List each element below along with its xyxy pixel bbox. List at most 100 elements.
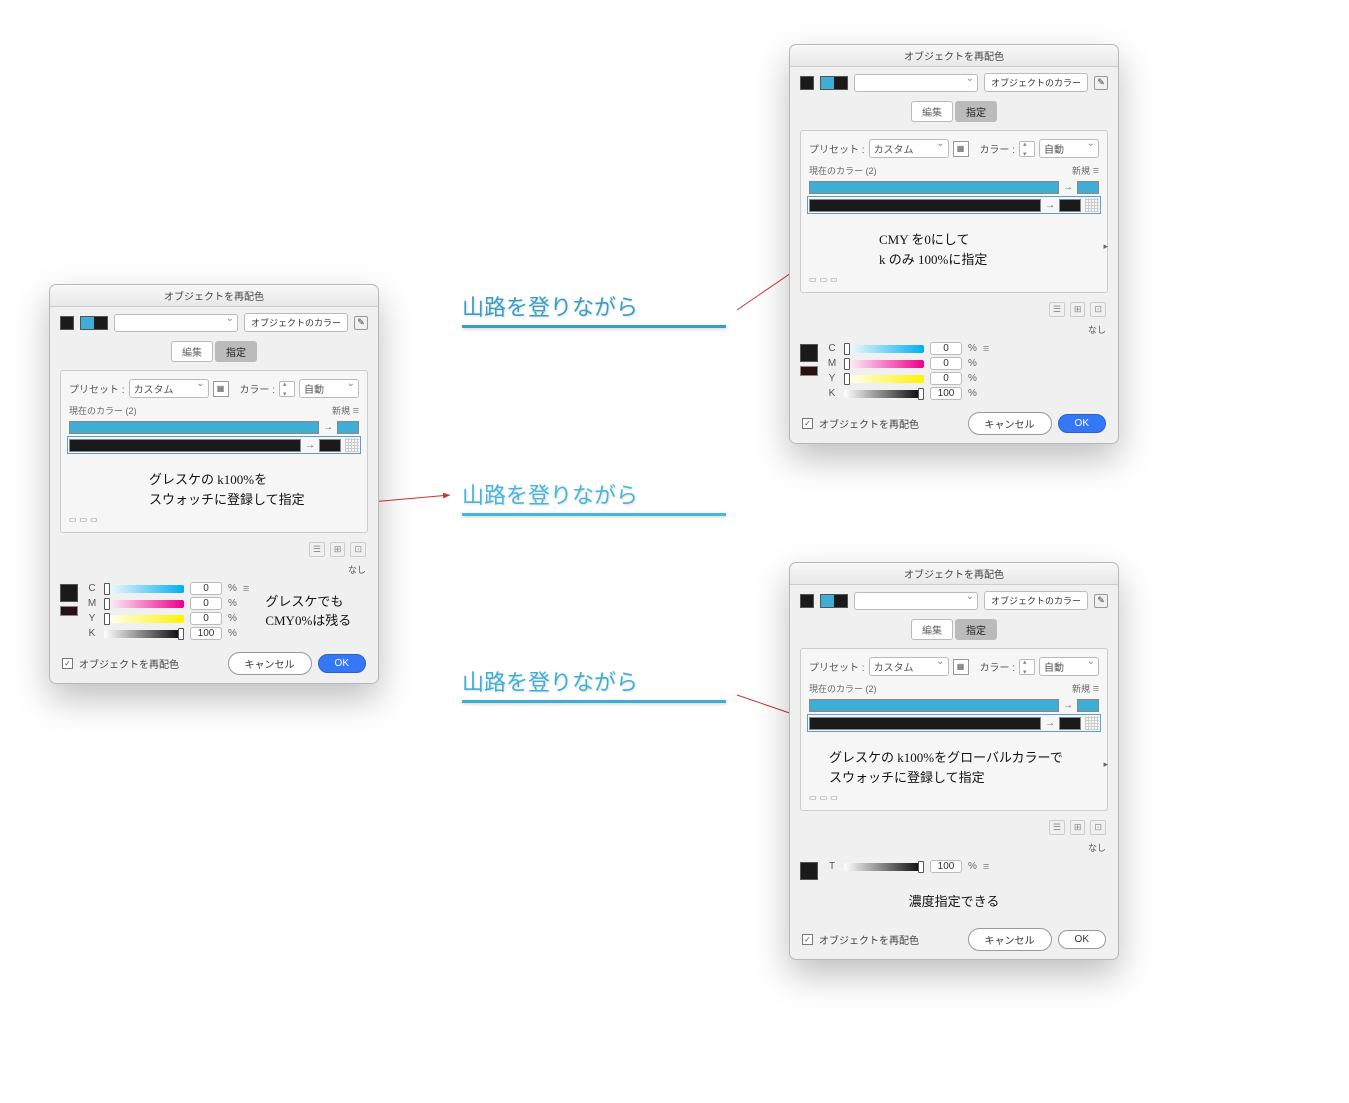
color-bar-cyan[interactable] — [809, 181, 1059, 194]
swatch-pair[interactable] — [80, 316, 108, 330]
cmyk-swatch-big[interactable] — [60, 584, 78, 602]
new-swatch-black[interactable] — [1059, 717, 1081, 730]
color-bar-cyan[interactable] — [809, 699, 1059, 712]
tool-icon[interactable]: ▭ — [830, 275, 838, 284]
tool-icon[interactable]: ▭ — [69, 515, 77, 524]
value-k[interactable]: 100 — [190, 627, 222, 640]
toolbar-icon[interactable]: ⊞ — [330, 542, 346, 557]
slider-t[interactable] — [844, 863, 924, 871]
toolbar-icon[interactable]: ☰ — [1049, 302, 1065, 317]
color-bar-black[interactable] — [809, 717, 1041, 730]
swatch-current-fill[interactable] — [800, 76, 814, 90]
preset-dropdown[interactable]: カスタム — [129, 379, 209, 398]
cancel-button[interactable]: キャンセル — [968, 928, 1052, 951]
expand-triangle-icon[interactable]: ▸ — [1103, 241, 1108, 252]
new-swatch-cyan[interactable] — [1077, 181, 1099, 194]
ok-button[interactable]: OK — [318, 654, 366, 673]
swatch-grid-icon[interactable] — [345, 438, 359, 452]
cmyk-swatch-small[interactable] — [800, 366, 818, 376]
ok-button[interactable]: OK — [1058, 930, 1106, 949]
color-bar-black[interactable] — [809, 199, 1041, 212]
eyedropper-icon[interactable]: ✎ — [354, 316, 368, 330]
tab-assign[interactable]: 指定 — [215, 341, 257, 362]
swatch-current-fill[interactable] — [800, 594, 814, 608]
color-count-stepper[interactable] — [1019, 659, 1035, 675]
tool-icon[interactable]: ▭ — [830, 793, 838, 802]
tool-icon[interactable]: ▭ — [90, 515, 98, 524]
color-count-stepper[interactable] — [279, 381, 295, 397]
slider-y[interactable] — [844, 375, 924, 383]
toolbar-icon[interactable]: ⊞ — [1070, 820, 1086, 835]
new-swatch-cyan[interactable] — [337, 421, 359, 434]
ok-button[interactable]: OK — [1058, 414, 1106, 433]
toolbar-icon[interactable]: ☰ — [1049, 820, 1065, 835]
slider-m[interactable] — [104, 600, 184, 608]
color-group-grid-icon[interactable]: ▦ — [213, 381, 229, 397]
tool-icon[interactable]: ▭ — [80, 515, 88, 524]
toolbar-icon[interactable]: ⊡ — [350, 542, 366, 557]
color-bar-cyan[interactable] — [69, 421, 319, 434]
value-y[interactable]: 0 — [930, 372, 962, 385]
object-color-button[interactable]: オブジェクトのカラー — [984, 73, 1088, 92]
tint-swatch[interactable] — [800, 862, 818, 880]
expand-triangle-icon[interactable]: ▸ — [1103, 759, 1108, 770]
cmyk-swatch-big[interactable] — [800, 344, 818, 362]
toolbar-icon[interactable]: ⊞ — [1070, 302, 1086, 317]
menu-icon[interactable]: ≡ — [353, 405, 359, 417]
toolbar-icon[interactable]: ☰ — [309, 542, 325, 557]
color-count-stepper[interactable] — [1019, 141, 1035, 157]
tab-edit[interactable]: 編集 — [171, 341, 213, 362]
menu-icon[interactable]: ≡ — [983, 343, 989, 355]
cancel-button[interactable]: キャンセル — [968, 412, 1052, 435]
swatch-current-fill[interactable] — [60, 316, 74, 330]
swatch-grid-icon[interactable] — [1085, 198, 1099, 212]
cmyk-swatch-small[interactable] — [60, 606, 78, 616]
recolor-checkbox[interactable]: ✓ — [62, 658, 73, 669]
recolor-checkbox[interactable]: ✓ — [802, 418, 813, 429]
slider-m[interactable] — [844, 360, 924, 368]
color-group-grid-icon[interactable]: ▦ — [953, 141, 969, 157]
value-m[interactable]: 0 — [930, 357, 962, 370]
value-c[interactable]: 0 — [930, 342, 962, 355]
slider-k[interactable] — [844, 390, 924, 398]
value-k[interactable]: 100 — [930, 387, 962, 400]
color-count-dropdown[interactable]: 自動 — [299, 379, 359, 398]
tool-icon[interactable]: ▭ — [809, 275, 817, 284]
menu-icon[interactable]: ≡ — [1093, 683, 1099, 695]
swatch-pair[interactable] — [820, 594, 848, 608]
tool-icon[interactable]: ▭ — [820, 793, 828, 802]
menu-icon[interactable]: ≡ — [243, 583, 249, 595]
tab-edit[interactable]: 編集 — [911, 619, 953, 640]
new-swatch-cyan[interactable] — [1077, 699, 1099, 712]
preset-dropdown[interactable]: カスタム — [869, 139, 949, 158]
menu-icon[interactable]: ≡ — [983, 861, 989, 873]
preset-dropdown[interactable]: カスタム — [869, 657, 949, 676]
color-bar-black[interactable] — [69, 439, 301, 452]
color-group-grid-icon[interactable]: ▦ — [953, 659, 969, 675]
toolbar-icon[interactable]: ⊡ — [1090, 820, 1106, 835]
tab-edit[interactable]: 編集 — [911, 101, 953, 122]
tab-assign[interactable]: 指定 — [955, 101, 997, 122]
menu-icon[interactable]: ≡ — [1093, 165, 1099, 177]
tool-icon[interactable]: ▭ — [809, 793, 817, 802]
color-group-dropdown[interactable] — [854, 592, 978, 610]
swatch-pair[interactable] — [820, 76, 848, 90]
slider-c[interactable] — [104, 585, 184, 593]
value-t[interactable]: 100 — [930, 860, 962, 873]
color-count-dropdown[interactable]: 自動 — [1039, 657, 1099, 676]
swatch-grid-icon[interactable] — [1085, 716, 1099, 730]
value-y[interactable]: 0 — [190, 612, 222, 625]
new-swatch-black[interactable] — [319, 439, 341, 452]
tab-assign[interactable]: 指定 — [955, 619, 997, 640]
object-color-button[interactable]: オブジェクトのカラー — [984, 591, 1088, 610]
eyedropper-icon[interactable]: ✎ — [1094, 594, 1108, 608]
value-c[interactable]: 0 — [190, 582, 222, 595]
slider-c[interactable] — [844, 345, 924, 353]
slider-k[interactable] — [104, 630, 184, 638]
color-group-dropdown[interactable] — [854, 74, 978, 92]
color-count-dropdown[interactable]: 自動 — [1039, 139, 1099, 158]
recolor-checkbox[interactable]: ✓ — [802, 934, 813, 945]
toolbar-icon[interactable]: ⊡ — [1090, 302, 1106, 317]
value-m[interactable]: 0 — [190, 597, 222, 610]
tool-icon[interactable]: ▭ — [820, 275, 828, 284]
